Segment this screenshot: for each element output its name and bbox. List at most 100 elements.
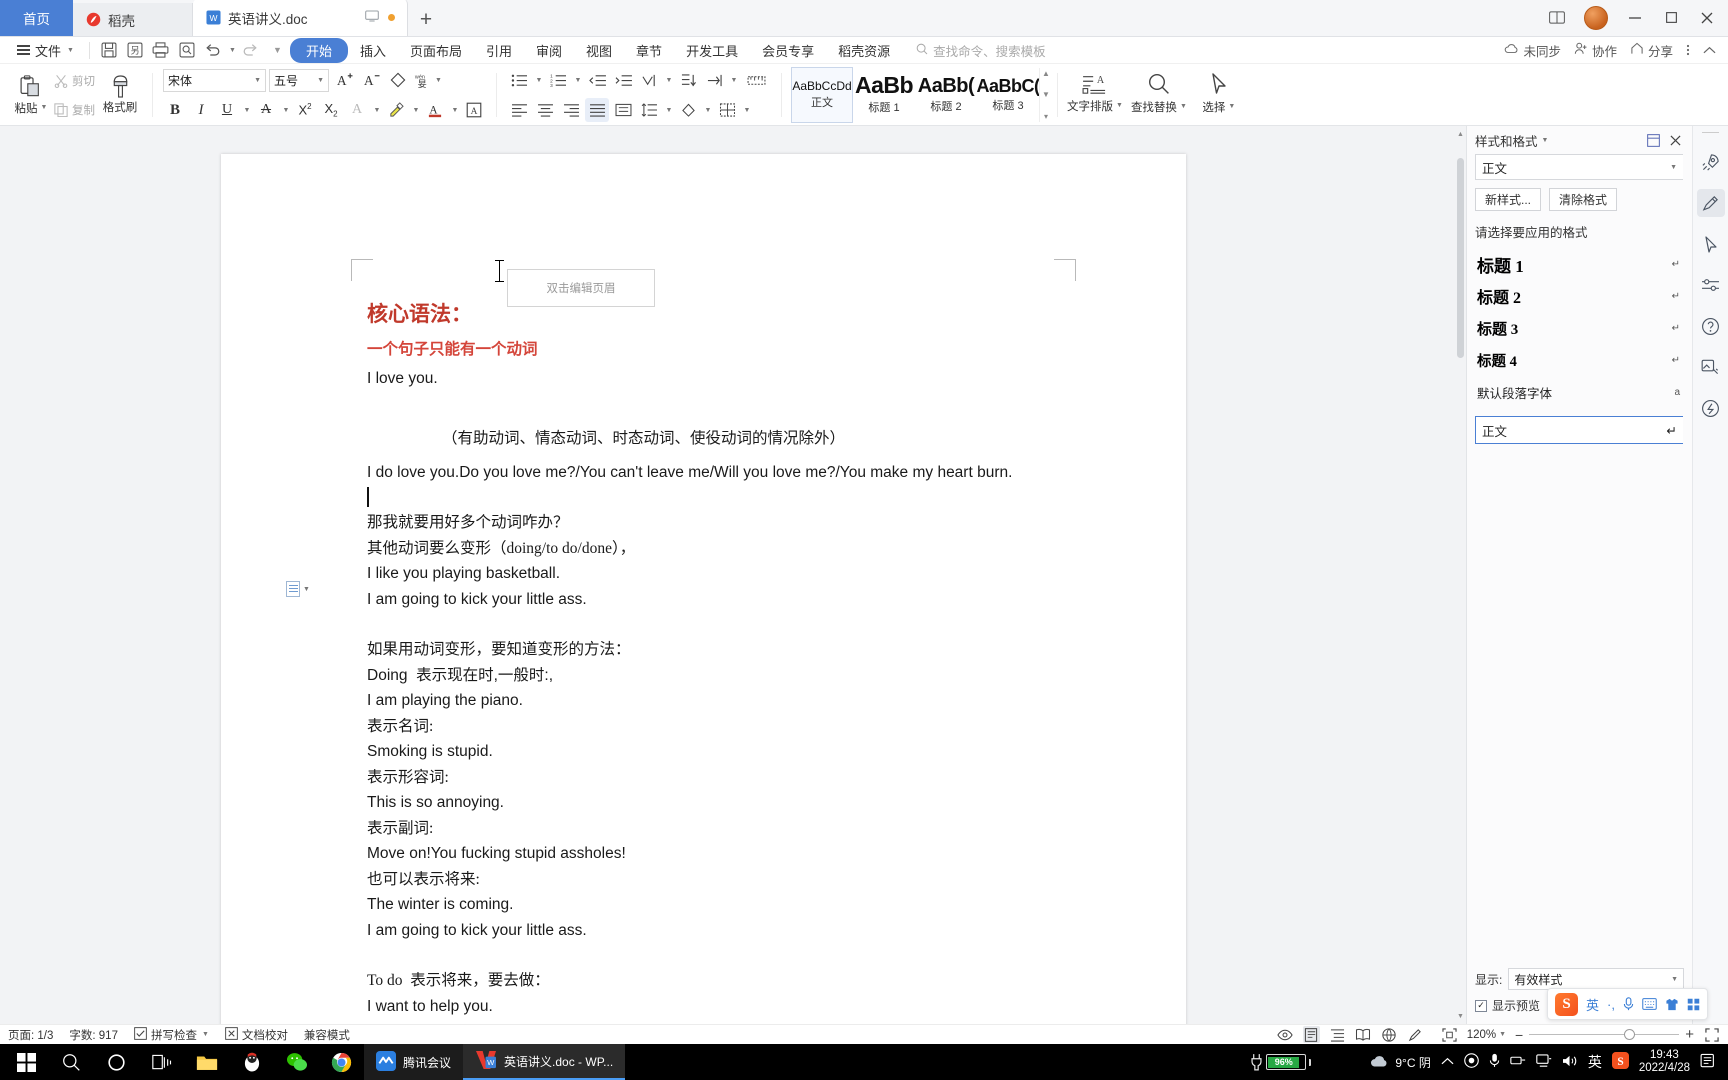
split-screen-icon[interactable]: [1540, 3, 1574, 33]
minimize-button[interactable]: [1618, 3, 1652, 33]
superscript-button[interactable]: X2: [293, 98, 317, 122]
highlight-color-button[interactable]: [384, 98, 408, 122]
scroll-up-icon[interactable]: ▲: [1040, 69, 1052, 78]
style-list-item[interactable]: 标题 3 ↵: [1475, 312, 1684, 344]
clear-formatting-icon[interactable]: [386, 68, 410, 92]
shading-button[interactable]: [676, 98, 700, 122]
rocket-icon[interactable]: [1697, 148, 1725, 176]
text-effects-button[interactable]: A: [345, 98, 369, 122]
scrollbar-thumb[interactable]: [1457, 158, 1464, 358]
ribbon-tab-section[interactable]: 章节: [624, 38, 674, 63]
cortana-icon[interactable]: [94, 1044, 139, 1080]
scroll-up-icon[interactable]: ▲: [1455, 128, 1466, 140]
file-explorer-icon[interactable]: [184, 1044, 229, 1080]
text-effects-dropdown[interactable]: ▼: [371, 98, 382, 122]
underline-dropdown[interactable]: ▼: [241, 98, 252, 122]
underline-button[interactable]: U: [215, 98, 239, 122]
distribute-button[interactable]: [611, 98, 635, 122]
wechat-icon[interactable]: [274, 1044, 319, 1080]
collapse-ribbon-icon[interactable]: [1703, 46, 1716, 55]
avatar[interactable]: [1584, 5, 1608, 30]
battery-indicator[interactable]: 96%: [1250, 1053, 1312, 1071]
ribbon-tab-developer[interactable]: 开发工具: [674, 38, 750, 63]
new-tab-button[interactable]: +: [408, 3, 444, 36]
show-marks-dropdown[interactable]: ▼: [728, 68, 739, 92]
style-heading-1[interactable]: AaBb 标题 1: [853, 67, 915, 123]
document-scrollbar[interactable]: ▲ ▼: [1455, 126, 1466, 1024]
collaborate-button[interactable]: 协作: [1574, 41, 1617, 60]
sogou-tray-icon[interactable]: S: [1611, 1052, 1629, 1072]
tab-home[interactable]: 首页: [0, 0, 73, 36]
paste-button[interactable]: 粘贴 ▼: [11, 66, 51, 124]
sync-status-button[interactable]: 未同步: [1504, 41, 1561, 60]
present-mode-icon[interactable]: [365, 10, 379, 25]
cursor-select-icon[interactable]: [1697, 230, 1725, 258]
web-view-icon[interactable]: [1381, 1026, 1398, 1043]
document-page[interactable]: 双击编辑页眉 核心语法： 一个句子只能有一个动词 I love you. （有助…: [221, 154, 1186, 1024]
scroll-down-icon[interactable]: ▼: [1455, 1010, 1466, 1022]
ribbon-tab-start[interactable]: 开始: [289, 37, 348, 63]
font-color-button[interactable]: A: [423, 98, 447, 122]
taskbar-app-tencent-meeting[interactable]: 腾讯会议: [364, 1044, 464, 1080]
spellcheck-toggle[interactable]: 拼写检查 ▼: [134, 1026, 209, 1043]
decrease-indent-button[interactable]: [585, 68, 609, 92]
sort-button[interactable]: [637, 68, 661, 92]
save-icon[interactable]: [96, 39, 122, 62]
align-left-button[interactable]: [507, 98, 531, 122]
bold-button[interactable]: B: [163, 98, 187, 122]
selected-style-item[interactable]: 正文 ↵: [1475, 416, 1684, 444]
zoom-track[interactable]: [1529, 1028, 1680, 1040]
ribbon-tab-view[interactable]: 视图: [574, 38, 624, 63]
font-family-select[interactable]: 宋体 ▼: [163, 68, 266, 92]
style-gallery-scroll[interactable]: ▲ ▼ ▾: [1039, 67, 1052, 122]
ribbon-tab-member[interactable]: 会员专享: [750, 38, 826, 63]
line-spacing-button[interactable]: [637, 98, 661, 122]
shield-idea-icon[interactable]: [1697, 394, 1725, 422]
panel-dock-icon[interactable]: [1644, 131, 1662, 149]
eye-icon[interactable]: [1277, 1026, 1294, 1043]
edit-pen-icon[interactable]: [1407, 1026, 1424, 1043]
share-button[interactable]: 分享: [1630, 41, 1673, 60]
help-circle-icon[interactable]: [1697, 312, 1725, 340]
network-icon[interactable]: [1510, 1054, 1526, 1070]
styles-show-select[interactable]: 有效样式 ▼: [1508, 968, 1684, 990]
undo-icon[interactable]: [200, 39, 226, 62]
text-layout-button[interactable]: A 文字排版 ▼: [1063, 64, 1127, 122]
character-border-button[interactable]: A: [462, 98, 486, 122]
volume-icon[interactable]: [1562, 1054, 1578, 1071]
outline-view-icon[interactable]: [1329, 1026, 1346, 1043]
settings-sliders-icon[interactable]: [1697, 271, 1725, 299]
new-style-button[interactable]: 新样式...: [1475, 188, 1542, 211]
strikethrough-dropdown[interactable]: ▼: [280, 98, 291, 122]
skin-icon[interactable]: [1665, 998, 1679, 1011]
chrome-icon[interactable]: [319, 1044, 364, 1080]
highlight-dropdown[interactable]: ▼: [410, 98, 421, 122]
style-normal[interactable]: AaBbCcDd 正文: [791, 66, 853, 123]
ribbon-tab-review[interactable]: 审阅: [524, 38, 574, 63]
search-icon[interactable]: [49, 1044, 94, 1080]
expand-icon[interactable]: [1703, 1026, 1720, 1043]
styles-panel-scrollbar[interactable]: [1683, 154, 1692, 964]
align-center-button[interactable]: [533, 98, 557, 122]
copy-button[interactable]: 复制: [51, 98, 98, 122]
font-size-select[interactable]: 五号 ▼: [269, 68, 329, 92]
paste-options-marker[interactable]: ▼: [286, 581, 310, 597]
customize-quick-access-icon[interactable]: ▼: [264, 39, 290, 62]
more-options-icon[interactable]: [1686, 43, 1690, 57]
ime-mode-label[interactable]: 英: [1586, 995, 1599, 1014]
display-icon[interactable]: [1536, 1053, 1552, 1071]
proofread-toggle[interactable]: 文档校对: [225, 1026, 288, 1043]
align-right-button[interactable]: [559, 98, 583, 122]
style-gallery-more-icon[interactable]: ▾: [1040, 112, 1052, 121]
maximize-button[interactable]: [1654, 3, 1688, 33]
task-view-icon[interactable]: [139, 1044, 184, 1080]
style-list-item[interactable]: 默认段落字体 a: [1475, 376, 1684, 408]
sort-dropdown[interactable]: ▼: [663, 68, 674, 92]
zoom-in-button[interactable]: +: [1685, 1026, 1694, 1043]
voice-icon[interactable]: [1623, 997, 1634, 1011]
zoom-slider[interactable]: − +: [1515, 1026, 1694, 1043]
increase-indent-button[interactable]: [611, 68, 635, 92]
pen-edit-icon[interactable]: [1696, 189, 1725, 217]
mic-icon[interactable]: [1489, 1053, 1500, 1071]
borders-dropdown[interactable]: ▼: [741, 98, 752, 122]
